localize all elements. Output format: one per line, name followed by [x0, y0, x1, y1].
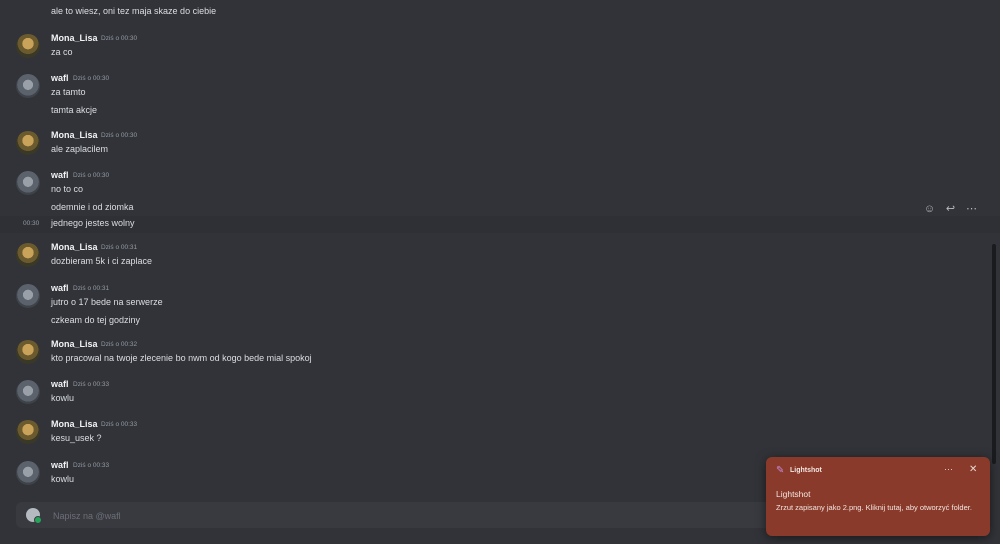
message-author[interactable]: wafl: [51, 460, 69, 470]
message-author[interactable]: Mona_Lisa: [51, 339, 98, 349]
message-author[interactable]: wafl: [51, 283, 69, 293]
avatar[interactable]: [16, 243, 40, 267]
message-timestamp: Dziś o 00:30: [73, 75, 110, 82]
notification-close-button[interactable]: ✕: [969, 464, 977, 475]
avatar[interactable]: [16, 340, 40, 364]
message-author[interactable]: wafl: [51, 170, 69, 180]
message-timestamp: Dziś o 00:31: [101, 244, 138, 251]
message-author[interactable]: wafl: [51, 379, 69, 389]
message-text: za tamto: [51, 87, 86, 97]
message-text: no to co: [51, 184, 84, 194]
message-row-hovered: [0, 216, 1000, 233]
notification-title: Lightshot: [776, 489, 811, 499]
message-author[interactable]: Mona_Lisa: [51, 419, 98, 429]
message-text: tamta akcje: [51, 105, 98, 115]
notification-body: Zrzut zapisany jako 2.png. Kliknij tutaj…: [776, 503, 972, 512]
message-side-timestamp: 00:30: [23, 220, 40, 227]
message-text: ale to wiesz, oni tez maja skaze do cieb…: [51, 6, 217, 16]
message-text: dozbieram 5k i ci zaplace: [51, 256, 153, 266]
message-timestamp: Dziś o 00:30: [101, 35, 138, 42]
message-text: jutro o 17 bede na serwerze: [51, 297, 163, 307]
message-hover-actions: ☺ ↩ ⋯: [923, 203, 978, 216]
message-timestamp: Dziś o 00:32: [101, 341, 138, 348]
reply-icon[interactable]: ↩: [944, 203, 957, 216]
message-timestamp: Dziś o 00:33: [101, 421, 138, 428]
more-icon[interactable]: ⋯: [965, 203, 978, 216]
feather-icon: ✎: [776, 465, 785, 476]
message-author[interactable]: Mona_Lisa: [51, 130, 98, 140]
message-author[interactable]: Mona_Lisa: [51, 33, 98, 43]
add-reaction-icon[interactable]: ☺: [923, 203, 936, 216]
lightshot-notification[interactable]: ✎ Lightshot ··· ✕ Lightshot Zrzut zapisa…: [766, 457, 990, 536]
message-timestamp: Dziś o 00:33: [73, 462, 110, 469]
avatar[interactable]: [16, 171, 40, 195]
message-text: kowlu: [51, 393, 75, 403]
message-timestamp: Dziś o 00:33: [73, 381, 110, 388]
message-text: odemnie i od ziomka: [51, 202, 134, 212]
message-author[interactable]: wafl: [51, 73, 69, 83]
avatar[interactable]: [16, 34, 40, 58]
chat-scrollbar[interactable]: [992, 244, 996, 464]
avatar[interactable]: [16, 461, 40, 485]
message-timestamp: Dziś o 00:30: [101, 132, 138, 139]
message-text: kesu_usek ?: [51, 433, 102, 443]
notification-app-name: Lightshot: [790, 467, 822, 474]
message-text: czkeam do tej godziny: [51, 315, 141, 325]
avatar[interactable]: [16, 284, 40, 308]
message-author[interactable]: Mona_Lisa: [51, 242, 98, 252]
message-input[interactable]: [51, 507, 755, 525]
avatar[interactable]: [16, 131, 40, 155]
message-text: ale zaplacilem: [51, 144, 109, 154]
avatar[interactable]: [16, 420, 40, 444]
notification-more-button[interactable]: ···: [944, 464, 953, 474]
message-text: kowlu: [51, 474, 75, 484]
message-text: za co: [51, 47, 73, 57]
message-timestamp: Dziś o 00:31: [73, 285, 110, 292]
message-text: jednego jestes wolny: [51, 218, 135, 228]
upload-plus-icon[interactable]: [26, 508, 42, 524]
message-text: kto pracowal na twoje zlecenie bo nwm od…: [51, 353, 312, 363]
avatar[interactable]: [16, 380, 40, 404]
message-timestamp: Dziś o 00:30: [73, 172, 110, 179]
avatar[interactable]: [16, 74, 40, 98]
